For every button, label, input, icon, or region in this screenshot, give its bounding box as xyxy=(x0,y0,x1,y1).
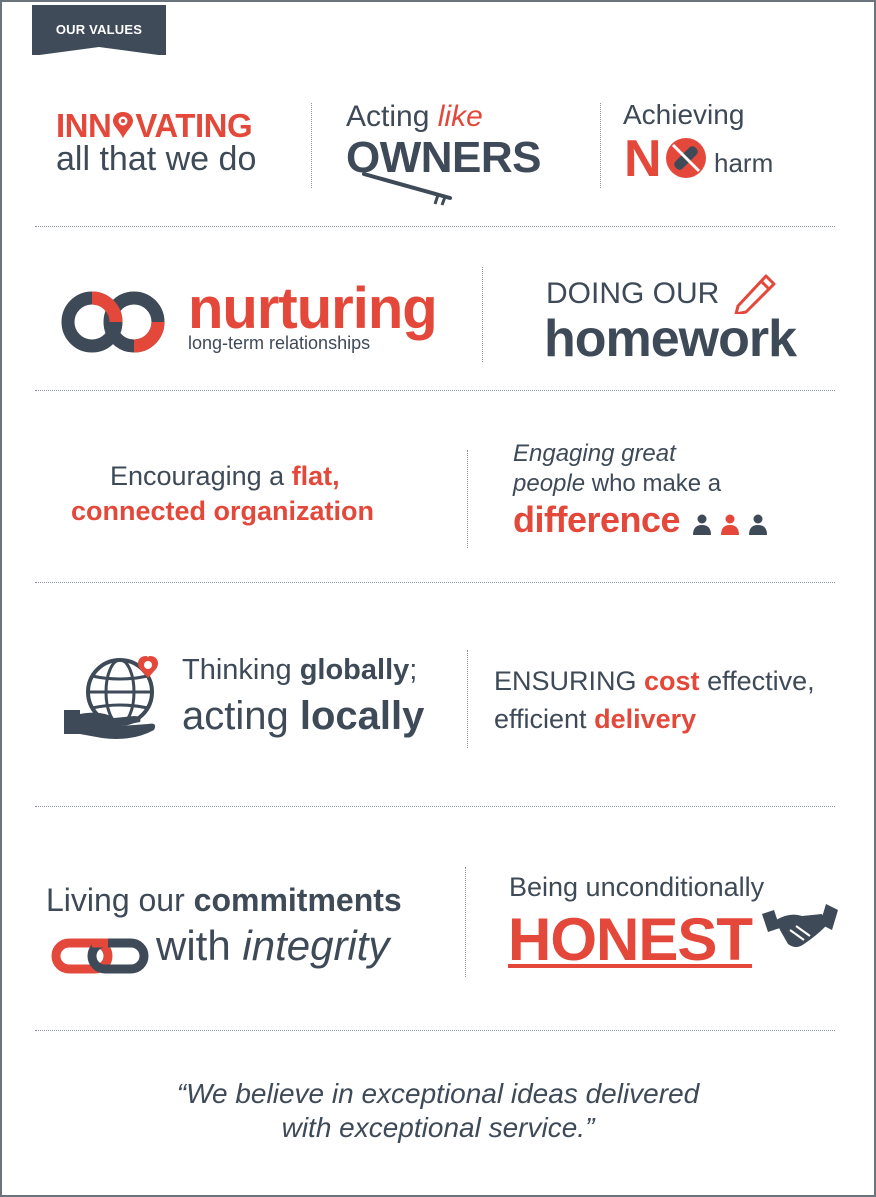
commitments-bold: commitments xyxy=(193,882,402,918)
globally-thinking: Thinking xyxy=(182,654,292,686)
cost-line2: efficient delivery xyxy=(494,704,696,735)
homework-line1: DOING OUR xyxy=(546,277,720,310)
people-icon xyxy=(693,514,767,535)
cost-delivery: delivery xyxy=(594,704,697,734)
engaging-line1: Engaging great xyxy=(513,440,676,467)
key-icon xyxy=(362,172,452,206)
engaging-line2: people who make a xyxy=(513,470,721,498)
cost-ensuring: ENSURING xyxy=(494,666,637,696)
infinity-icon xyxy=(61,291,165,353)
divider xyxy=(35,390,835,391)
owners-acting: Acting xyxy=(346,100,430,133)
divider xyxy=(35,806,835,807)
honest-word: HONEST xyxy=(508,906,753,973)
globally-acting: acting xyxy=(182,694,289,738)
divider xyxy=(35,1030,835,1031)
globally-semi: ; xyxy=(409,654,418,686)
quote-line2: with exceptional service.” xyxy=(281,1112,595,1143)
no-bandage-icon xyxy=(666,138,706,178)
owners-line1: Acting like xyxy=(346,100,483,134)
owners-like: like xyxy=(437,100,483,133)
flat-line2: connected organization xyxy=(71,496,375,526)
nurturing-sub: long-term relationships xyxy=(188,333,371,353)
globally-line2: acting locally xyxy=(182,694,424,739)
engaging-people: people xyxy=(513,470,586,497)
divider xyxy=(482,267,483,362)
cost-efficient: efficient xyxy=(494,704,587,734)
divider xyxy=(467,650,468,748)
divider xyxy=(35,226,835,227)
divider xyxy=(465,867,466,977)
engaging-who-make: who make a xyxy=(591,470,722,497)
divider xyxy=(467,450,468,548)
nurturing-word: nurturing xyxy=(188,276,438,341)
globe-hand-icon xyxy=(64,656,158,739)
commitments-line1: Living our commitments xyxy=(46,882,402,919)
divider xyxy=(600,103,601,188)
commitments-integrity: integrity xyxy=(242,922,390,969)
no-harm-achieving: Achieving xyxy=(623,99,745,130)
flat-line1: Encouraging a flat, xyxy=(110,461,340,492)
chain-link-icon xyxy=(51,938,149,974)
cost-line1: ENSURING cost effective, xyxy=(494,666,815,697)
section-tag-label: OUR VALUES xyxy=(55,22,143,37)
section-tag: OUR VALUES xyxy=(32,5,166,56)
globally-line1: Thinking globally; xyxy=(182,654,417,687)
engaging-difference: difference xyxy=(513,499,681,540)
commitments-line2: with integrity xyxy=(156,922,389,970)
commitments-living: Living our xyxy=(46,882,185,918)
divider xyxy=(35,582,835,583)
homework-line2: homework xyxy=(544,310,797,368)
flat-bold1: flat, xyxy=(291,461,340,491)
innovating-line2: all that we do xyxy=(56,140,257,178)
handshake-icon xyxy=(762,904,838,947)
commitments-with: with xyxy=(156,922,231,969)
lightbulb-gear-icon xyxy=(111,110,135,138)
pencil-icon xyxy=(734,274,776,314)
divider xyxy=(311,103,312,188)
globally-globally: globally xyxy=(299,654,410,686)
globally-locally: locally xyxy=(299,694,425,738)
no-harm-harm: harm xyxy=(714,148,774,178)
quote-line1: “We believe in exceptional ideas deliver… xyxy=(176,1078,700,1109)
honest-line1: Being unconditionally xyxy=(509,872,765,902)
cost-cost: cost xyxy=(644,666,700,696)
flat-pre: Encouraging a xyxy=(110,461,285,491)
cost-effective: effective, xyxy=(707,666,815,696)
innovating-pre: INN xyxy=(56,107,112,144)
no-harm-no: N xyxy=(624,130,662,188)
innovating-post: VATING xyxy=(135,107,253,144)
